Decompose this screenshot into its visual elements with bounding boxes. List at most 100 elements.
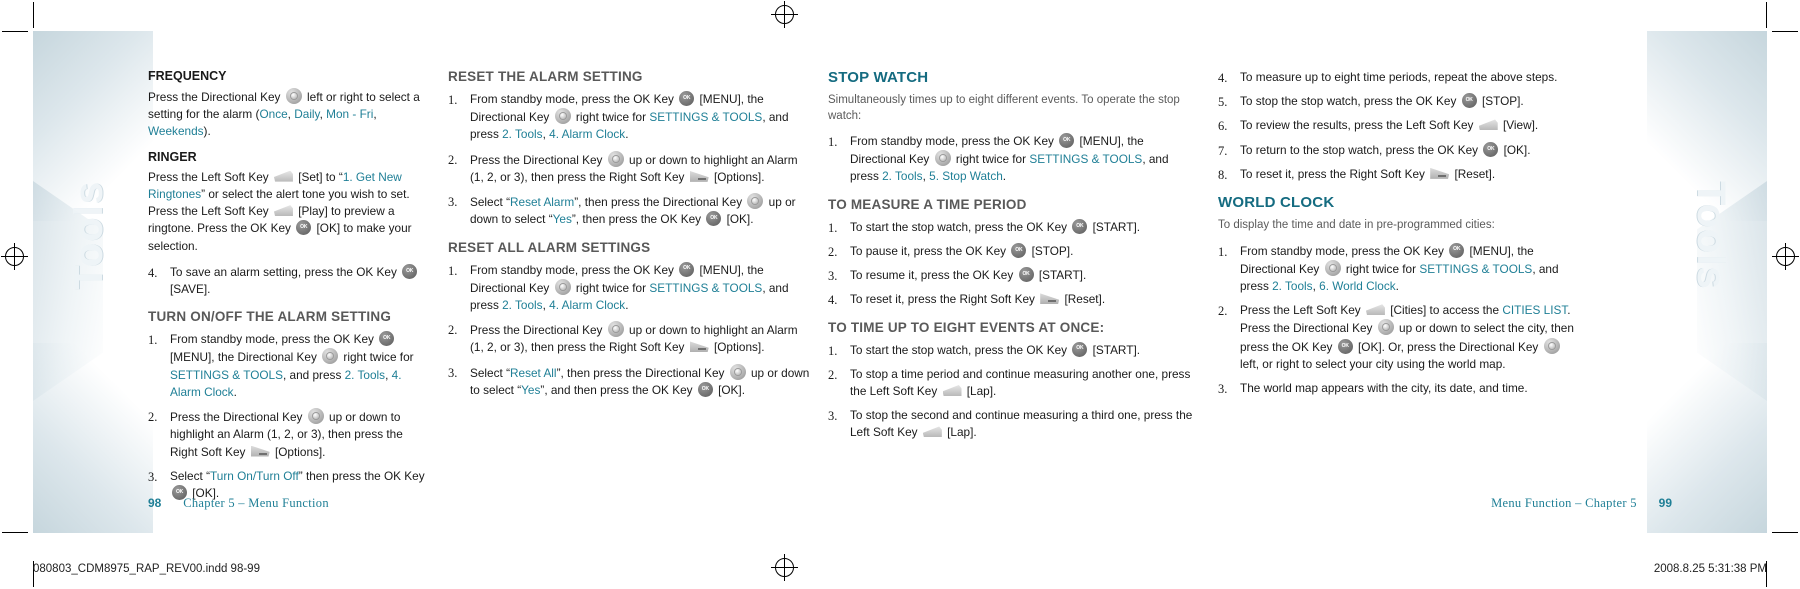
list-item: 2. Press the Directional Key up or down t… [448,321,810,356]
step-number: 7. [1218,143,1228,158]
list-item: 1. To start the stop watch, press the OK … [828,218,1200,236]
text: Select “ [170,468,210,483]
list-item: 1.From standby mode, press the OK Key [M… [448,261,810,315]
step-number: 3. [448,365,458,380]
directional-key-icon [1543,337,1560,354]
text: [Lap]. [963,384,997,398]
link-cities-list[interactable]: CITIES LIST [1502,303,1567,317]
link-weekends[interactable]: Weekends [148,124,204,138]
link-tools[interactable]: 2. Tools [345,368,385,382]
list-item: 1.From standby mode, press the OK Key [M… [448,91,810,144]
link-world-clock[interactable]: 6. World Clock [1319,279,1395,293]
directional-key-icon [607,150,624,167]
list-item: 1.From standby mode, press the OK Key [M… [828,133,1200,186]
step-number: 2. [1218,304,1228,319]
text: Press the Left Soft Key [1240,303,1364,318]
step-number: 4. [828,293,838,308]
left-soft-key-icon [922,426,942,438]
step-list-alarm-save: 4. To save an alarm setting, press the OK… [148,263,430,298]
text: [MENU], the Directional Key [170,350,321,365]
footer-left: 98 Chapter 5 – Menu Function [148,496,329,511]
text: Press the Directional Key [148,90,284,104]
ok-key-icon [1072,341,1088,357]
text: right twice for [572,280,650,295]
step-number: 1. [828,135,838,150]
text: ” then press the OK Key [298,468,425,483]
list-item: 4. To measure up to eight time periods, r… [1218,69,1580,86]
text: Press the Directional Key [470,323,606,338]
link-yes[interactable]: Yes [553,212,572,226]
link-reset-all[interactable]: Reset All [510,366,557,380]
link-tools[interactable]: 2. Tools [502,298,542,312]
link-reset-alarm[interactable]: Reset Alarm [510,195,574,209]
print-slug-right: 2008.8.25 5:31:38 PM [1653,563,1767,575]
link-daily[interactable]: Daily [294,107,319,121]
text: left, or right to select your city using… [1240,356,1506,371]
list-item: 1. To start the stop watch, press the OK … [828,341,1200,359]
crop-mark-tr-v [1766,2,1767,28]
thumb-tab-right-label: Tools [1689,181,1733,290]
link-turn-on-turn-off[interactable]: Turn On/Turn Off [210,469,299,483]
crop-mark-tl-v [33,2,34,28]
link-mon-fri[interactable]: Mon - Fri [326,107,373,121]
text: [STOP]. [1028,243,1074,258]
print-slug-left: 080803_CDM8975_RAP_REV00.indd 98-99 [33,563,260,575]
link-settings-tools[interactable]: SETTINGS & TOOLS [1029,152,1142,166]
left-soft-key-icon [273,205,293,217]
text: right twice for [1342,261,1420,276]
text: [SAVE]. [170,281,211,296]
step-number: 3. [448,195,458,210]
text: From standby mode, press the OK Key [850,134,1058,149]
text: To stop a time period and continue measu… [850,366,1191,398]
step-number: 1. [828,220,838,235]
text: To return to the stop watch, press the O… [1240,142,1482,157]
text: ). [203,124,211,139]
link-stop-watch[interactable]: 5. Stop Watch [929,169,1003,183]
text: [Reset]. [1451,166,1496,181]
registration-mark-bottom [771,554,798,581]
ok-key-icon [679,91,695,106]
step-number: 3. [828,269,838,284]
step-number: 2. [828,367,838,382]
link-once[interactable]: Once [259,107,287,121]
link-alarm-clock[interactable]: 4. Alarm Clock [549,127,625,141]
thumb-tab-left-label: Tools [67,181,111,290]
step-list-stop-watch-continued: 4. To measure up to eight time periods, r… [1218,69,1580,183]
list-item: 8. To reset it, press the Right Soft Key … [1218,166,1580,183]
text: [Reset]. [1061,292,1106,307]
link-tools[interactable]: 2. Tools [502,127,542,141]
link-yes[interactable]: Yes [521,383,540,397]
link-tools[interactable]: 2. Tools [1272,279,1312,293]
registration-mark-top [771,1,798,28]
right-soft-key-icon [689,341,709,353]
text: Press the Left Soft Key [148,169,272,184]
ok-key-icon [296,220,312,236]
text: [OK]. [1500,142,1531,157]
directional-key-icon [322,348,339,365]
step-number: 3. [828,409,838,424]
text: To reset it, press the Right Soft Key [1240,166,1429,181]
link-settings-tools[interactable]: SETTINGS & TOOLS [170,368,283,382]
link-tools[interactable]: 2. Tools [882,169,922,183]
step-list-stop-watch-intro: 1.From standby mode, press the OK Key [M… [828,133,1200,186]
link-settings-tools[interactable]: SETTINGS & TOOLS [1419,262,1532,276]
directional-key-icon [1377,319,1394,336]
heading-turn-on-off-alarm: TURN ON/OFF THE ALARM SETTING [148,309,392,325]
right-soft-key-icon [1430,167,1450,179]
step-number: 8. [1218,167,1228,182]
text: From standby mode, press the OK Key [1240,243,1448,258]
link-alarm-clock[interactable]: 4. Alarm Clock [549,298,625,312]
subtitle-stop-watch: Simultaneously times up to eight differe… [828,94,1180,122]
paragraph-frequency: Press the Directional Key left or right … [148,88,420,139]
link-settings-tools[interactable]: SETTINGS & TOOLS [649,110,762,124]
link-settings-tools[interactable]: SETTINGS & TOOLS [649,281,762,295]
step-list-turn-on-off: 1. From standby mode, press the OK Key [M… [148,331,430,502]
left-soft-key-icon [1478,119,1498,131]
thumb-tab-right: Tools [1688,181,1733,290]
text: To pause it, press the OK Key [850,243,1010,258]
text: , and press [282,367,345,382]
text: . [233,384,237,399]
directional-key-icon [554,108,571,125]
list-item: 3. To stop the second and continue measur… [828,407,1200,441]
text: From standby mode, press the OK Key [470,92,678,106]
